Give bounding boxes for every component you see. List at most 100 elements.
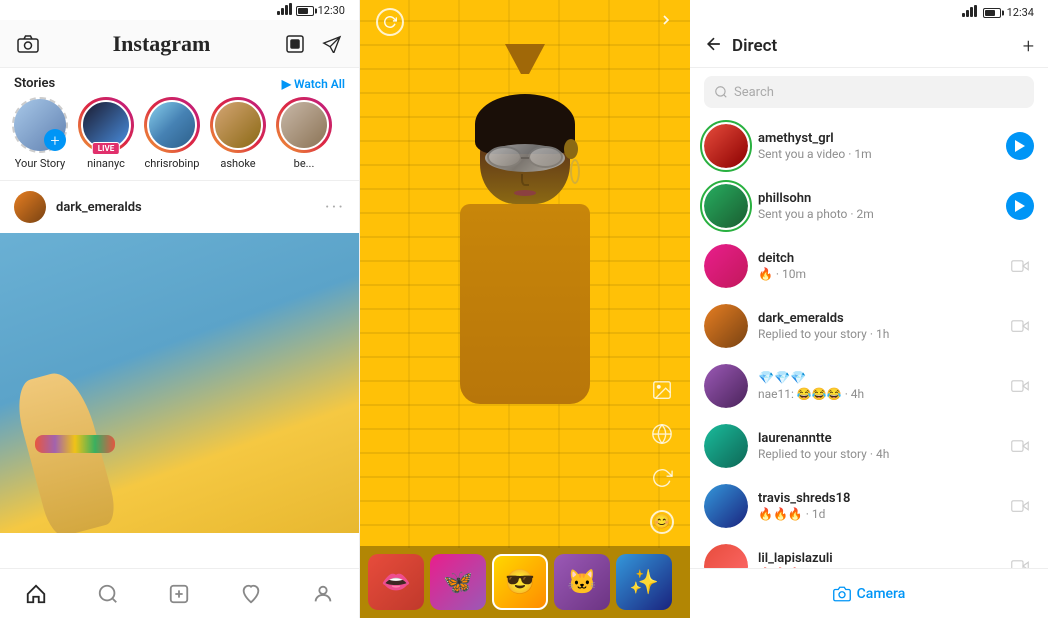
- profile-nav-icon[interactable]: [305, 576, 341, 612]
- story-label-ninanyc: ninanyc: [87, 157, 125, 170]
- filter-butterfly[interactable]: 🦋: [430, 554, 486, 610]
- filter-sparkle[interactable]: ✨: [616, 554, 672, 610]
- feed-signal-icon: [277, 3, 292, 18]
- ashoke-avatar: [210, 97, 266, 153]
- story-item-ninanyc[interactable]: LIVE ninanyc: [78, 97, 134, 170]
- story-label-ashoke: ashoke: [220, 157, 255, 170]
- compose-button[interactable]: +: [1023, 34, 1034, 58]
- dm-avatar: [704, 244, 748, 288]
- dm-action-camera[interactable]: [1006, 372, 1034, 400]
- heart-nav-icon[interactable]: [233, 576, 269, 612]
- post-header: dark_emeralds ···: [0, 181, 359, 233]
- filter-cat[interactable]: 🐱: [554, 554, 610, 610]
- direct-icon[interactable]: [317, 30, 345, 58]
- dm-item[interactable]: laurenanntte Replied to your story · 4h: [690, 416, 1048, 476]
- post-image: [0, 233, 359, 533]
- direct-title: Direct: [732, 36, 1015, 56]
- story-item-ashoke[interactable]: ashoke: [210, 97, 266, 170]
- camera-icon[interactable]: [14, 30, 42, 58]
- dm-preview: 🔥 · 10m: [758, 267, 996, 281]
- dm-avatar: [704, 124, 748, 168]
- story-label-your-story: Your Story: [15, 157, 65, 170]
- camera-bottom-label: Camera: [857, 586, 906, 602]
- dm-action-play[interactable]: [1006, 132, 1034, 160]
- dm-preview: Replied to your story · 1h: [758, 327, 996, 341]
- dm-preview: Replied to your story · 4h: [758, 447, 996, 461]
- dm-action-camera[interactable]: [1006, 492, 1034, 520]
- dm-name: deitch: [758, 251, 996, 266]
- dm-item[interactable]: travis_shreds18 🔥🔥🔥 · 1d: [690, 476, 1048, 536]
- dm-action-camera[interactable]: [1006, 312, 1034, 340]
- dm-item[interactable]: amethyst_grl Sent you a video · 1m: [690, 116, 1048, 176]
- direct-battery-icon: [983, 6, 1001, 19]
- camera-gallery-icon[interactable]: [646, 374, 678, 406]
- feed-battery-icon: [296, 4, 314, 17]
- dm-info: lil_lapislazuli 🔥🔥🔥 · 1d: [758, 551, 996, 568]
- stories-label: Stories: [14, 76, 55, 91]
- camera-refresh-icon[interactable]: [376, 8, 404, 36]
- search-icon: [714, 85, 728, 99]
- post-more-icon[interactable]: ···: [325, 197, 345, 218]
- dm-action-camera[interactable]: [1006, 552, 1034, 568]
- be-avatar: [276, 97, 332, 153]
- dm-name: phillsohn: [758, 191, 996, 206]
- feed-status-time: 12:30: [318, 4, 345, 17]
- stories-bar-header: Stories ▶ Watch All: [0, 76, 359, 97]
- person-head: [480, 104, 570, 204]
- dm-name: dark_emeralds: [758, 311, 996, 326]
- dm-preview: Sent you a video · 1m: [758, 147, 996, 161]
- search-nav-icon[interactable]: [90, 576, 126, 612]
- person-body: [460, 204, 590, 404]
- plus-nav-icon[interactable]: [161, 576, 197, 612]
- feed-status-bar: 12:30: [0, 0, 359, 20]
- camera-panel: 😊 👄 🦋 😎 🐱 ✨: [360, 0, 690, 618]
- dm-info: dark_emeralds Replied to your story · 1h: [758, 311, 996, 341]
- feed-panel: 12:30 Instagram TV: [0, 0, 360, 618]
- direct-status-bar: 12:34: [690, 0, 1048, 24]
- back-button[interactable]: [704, 34, 724, 58]
- direct-camera-button[interactable]: Camera: [690, 568, 1048, 618]
- post-avatar: [14, 191, 46, 223]
- story-item-your-story[interactable]: + Your Story: [12, 97, 68, 170]
- camera-next-button[interactable]: [658, 12, 674, 32]
- direct-signal-icon: [962, 5, 977, 20]
- camera-flip-icon[interactable]: [646, 462, 678, 494]
- search-placeholder: Search: [734, 85, 774, 100]
- dm-item[interactable]: dark_emeralds Replied to your story · 1h: [690, 296, 1048, 356]
- home-nav-icon[interactable]: [18, 576, 54, 612]
- camera-emoji-icon[interactable]: 😊: [646, 506, 678, 538]
- dm-info: travis_shreds18 🔥🔥🔥 · 1d: [758, 491, 996, 521]
- camera-subject: [360, 0, 690, 548]
- dm-name: travis_shreds18: [758, 491, 996, 506]
- direct-panel: 12:34 Direct + Search amethyst_grl: [690, 0, 1048, 618]
- search-bar[interactable]: Search: [704, 76, 1034, 108]
- filter-lips[interactable]: 👄: [368, 554, 424, 610]
- camera-top-bar: [360, 0, 690, 44]
- dm-name: amethyst_grl: [758, 131, 996, 146]
- direct-status-time: 12:34: [1007, 6, 1034, 19]
- story-item-be[interactable]: be...: [276, 97, 332, 170]
- dm-action-play[interactable]: [1006, 192, 1034, 220]
- dm-item[interactable]: lil_lapislazuli 🔥🔥🔥 · 1d: [690, 536, 1048, 568]
- dm-avatar: [704, 304, 748, 348]
- story-item-chrisrobinp[interactable]: chrisrobinp: [144, 97, 200, 170]
- story-label-chrisrobinp: chrisrobinp: [145, 157, 200, 170]
- dm-action-camera[interactable]: [1006, 252, 1034, 280]
- post-username[interactable]: dark_emeralds: [56, 200, 315, 215]
- camera-filters: 👄 🦋 😎 🐱 ✨: [360, 546, 690, 618]
- person-sunglasses: [485, 144, 565, 172]
- watch-all-button[interactable]: ▶ Watch All: [282, 77, 345, 91]
- your-story-avatar: +: [12, 97, 68, 153]
- dm-item[interactable]: phillsohn Sent you a photo · 2m: [690, 176, 1048, 236]
- filter-sunglasses[interactable]: 😎: [492, 554, 548, 610]
- dm-item[interactable]: deitch 🔥 · 10m: [690, 236, 1048, 296]
- dm-avatar: [704, 364, 748, 408]
- igtv-icon[interactable]: TV: [281, 30, 309, 58]
- dm-preview: 🔥🔥🔥 · 1d: [758, 507, 996, 521]
- live-badge: LIVE: [92, 142, 120, 155]
- stories-bar: Stories ▶ Watch All + Your Story LIVE ni…: [0, 68, 359, 181]
- dm-action-camera[interactable]: [1006, 432, 1034, 460]
- dm-item[interactable]: 💎💎💎 nae11: 😂😂😂 · 4h: [690, 356, 1048, 416]
- camera-location-icon[interactable]: [646, 418, 678, 450]
- feed-title: Instagram: [42, 31, 281, 57]
